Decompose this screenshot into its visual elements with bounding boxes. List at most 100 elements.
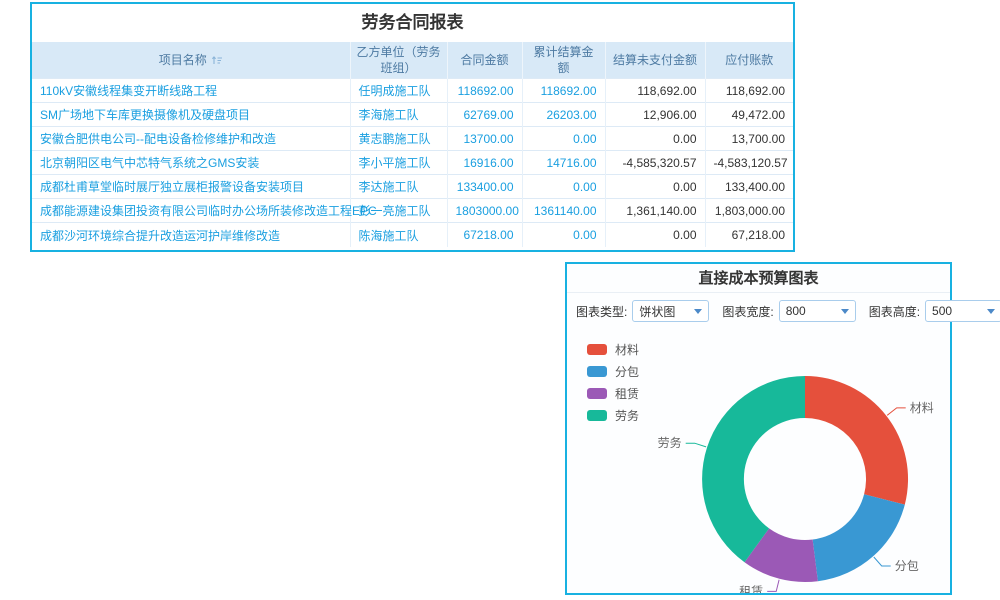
chart-height-control: 图表高度: 500 (869, 300, 1000, 322)
project-name-cell[interactable]: 成都能源建设集团投资有限公司临时办公场所装修改造工程EPC (32, 199, 350, 223)
table-cell: 118692.00 (522, 79, 605, 103)
table-cell: 李海施工队 (350, 103, 447, 127)
label-connector (686, 443, 706, 447)
direct-cost-chart-panel: 直接成本预算图表 图表类型: 饼状图 图表宽度: 800 图表高度: 500 材… (565, 262, 952, 595)
donut-slice-分包[interactable] (813, 494, 905, 581)
table-cell: 1361140.00 (522, 199, 605, 223)
table-cell: 0.00 (522, 127, 605, 151)
labor-report-table: 项目名称 乙方单位（劳务班组） 合同金额 累计结算金额 结算未支付金额 应付账款… (32, 42, 793, 247)
table-cell: 13,700.00 (705, 127, 793, 151)
project-name-cell[interactable]: 北京朝阳区电气中芯特气系统之GMS安装 (32, 151, 350, 175)
table-cell: 1,361,140.00 (605, 199, 705, 223)
project-name-cell[interactable]: SM广场地下车库更换摄像机及硬盘项目 (32, 103, 350, 127)
legend-swatch (587, 410, 607, 421)
table-cell: 67218.00 (447, 223, 522, 247)
chart-type-label: 图表类型: (576, 303, 627, 320)
table-cell: 118692.00 (447, 79, 522, 103)
chart-height-select[interactable]: 500 (925, 300, 1000, 322)
table-cell: 0.00 (605, 223, 705, 247)
table-cell: 49,472.00 (705, 103, 793, 127)
sort-icon[interactable] (211, 54, 223, 66)
slice-label: 分包 (895, 559, 919, 573)
legend-label: 分包 (615, 363, 639, 380)
chart-type-value: 饼状图 (639, 303, 675, 320)
table-cell: -4,585,320.57 (605, 151, 705, 175)
table-cell: 0.00 (605, 175, 705, 199)
table-cell: 14716.00 (522, 151, 605, 175)
table-cell: 12,906.00 (605, 103, 705, 127)
table-row: 北京朝阳区电气中芯特气系统之GMS安装李小平施工队16916.0014716.0… (32, 151, 793, 175)
chevron-down-icon (694, 309, 702, 314)
legend-label: 租赁 (615, 385, 639, 402)
col-header-contract-amount: 合同金额 (447, 42, 522, 79)
table-cell: 67,218.00 (705, 223, 793, 247)
table-cell: 1803000.00 (447, 199, 522, 223)
label-connector (767, 580, 779, 592)
labor-report-panel: 劳务合同报表 项目名称 乙方单位（劳务班组） 合同金额 累 (30, 2, 795, 252)
chart-height-label: 图表高度: (869, 303, 920, 320)
chart-type-control: 图表类型: 饼状图 (576, 300, 709, 322)
table-cell: 0.00 (605, 127, 705, 151)
table-cell: -4,583,120.57 (705, 151, 793, 175)
labor-report-title: 劳务合同报表 (32, 4, 793, 42)
table-cell: 13700.00 (447, 127, 522, 151)
col-header-accounts-payable: 应付账款 (705, 42, 793, 79)
project-name-cell[interactable]: 110kV安徽线程集变开断线路工程 (32, 79, 350, 103)
table-row: SM广场地下车库更换摄像机及硬盘项目李海施工队62769.0026203.001… (32, 103, 793, 127)
table-cell: 黄志鹏施工队 (350, 127, 447, 151)
table-cell: 1,803,000.00 (705, 199, 793, 223)
donut-chart-area: 材料分包租赁劳务 材料分包租赁劳务 (567, 329, 950, 593)
chart-controls: 图表类型: 饼状图 图表宽度: 800 图表高度: 500 (567, 293, 950, 329)
slice-label: 材料 (910, 401, 934, 415)
table-cell: 0.00 (522, 175, 605, 199)
slice-label: 租赁 (739, 584, 763, 593)
slice-label: 劳务 (658, 435, 682, 450)
col-header-contractor-unit: 乙方单位（劳务班组） (350, 42, 447, 79)
project-name-cell[interactable]: 成都杜甫草堂临时展厅独立展柜报警设备安装项目 (32, 175, 350, 199)
chart-width-control: 图表宽度: 800 (722, 300, 855, 322)
chart-panel-title: 直接成本预算图表 (567, 264, 950, 293)
legend-swatch (587, 366, 607, 377)
chart-height-value: 500 (932, 304, 952, 318)
donut-slice-劳务[interactable] (702, 376, 805, 562)
col-header-project-name[interactable]: 项目名称 (32, 42, 350, 79)
chart-width-select[interactable]: 800 (779, 300, 856, 322)
chart-type-select[interactable]: 饼状图 (632, 300, 709, 322)
chart-legend: 材料分包租赁劳务 (587, 338, 639, 426)
table-header-row: 项目名称 乙方单位（劳务班组） 合同金额 累计结算金额 结算未支付金额 应付账款 (32, 42, 793, 79)
chart-width-label: 图表宽度: (722, 303, 773, 320)
table-cell: 118,692.00 (705, 79, 793, 103)
table-row: 成都杜甫草堂临时展厅独立展柜报警设备安装项目李达施工队133400.000.00… (32, 175, 793, 199)
chevron-down-icon (987, 309, 995, 314)
legend-item[interactable]: 劳务 (587, 404, 639, 426)
table-row: 成都能源建设集团投资有限公司临时办公场所装修改造工程EPC彭一亮施工队18030… (32, 199, 793, 223)
legend-swatch (587, 388, 607, 399)
table-row: 安徽合肥供电公司--配电设备检修维护和改造黄志鹏施工队13700.000.000… (32, 127, 793, 151)
col-header-project-name-label: 项目名称 (159, 52, 207, 68)
table-cell: 0.00 (522, 223, 605, 247)
label-connector (887, 408, 906, 415)
col-header-settled-unpaid: 结算未支付金额 (605, 42, 705, 79)
project-name-cell[interactable]: 成都沙河环境综合提升改造运河护岸维修改造 (32, 223, 350, 247)
chart-width-value: 800 (786, 304, 806, 318)
chevron-down-icon (841, 309, 849, 314)
col-header-cumulative-settlement: 累计结算金额 (522, 42, 605, 79)
table-cell: 16916.00 (447, 151, 522, 175)
table-row: 成都沙河环境综合提升改造运河护岸维修改造陈海施工队67218.000.000.0… (32, 223, 793, 247)
legend-item[interactable]: 分包 (587, 360, 639, 382)
table-cell: 133400.00 (447, 175, 522, 199)
table-cell: 李达施工队 (350, 175, 447, 199)
table-cell: 26203.00 (522, 103, 605, 127)
table-cell: 彭一亮施工队 (350, 199, 447, 223)
table-cell: 133,400.00 (705, 175, 793, 199)
project-name-cell[interactable]: 安徽合肥供电公司--配电设备检修维护和改造 (32, 127, 350, 151)
donut-slice-材料[interactable] (805, 376, 908, 505)
legend-label: 材料 (615, 341, 639, 358)
legend-item[interactable]: 租赁 (587, 382, 639, 404)
legend-swatch (587, 344, 607, 355)
table-cell: 陈海施工队 (350, 223, 447, 247)
table-cell: 任明成施工队 (350, 79, 447, 103)
legend-item[interactable]: 材料 (587, 338, 639, 360)
table-cell: 118,692.00 (605, 79, 705, 103)
table-cell: 李小平施工队 (350, 151, 447, 175)
